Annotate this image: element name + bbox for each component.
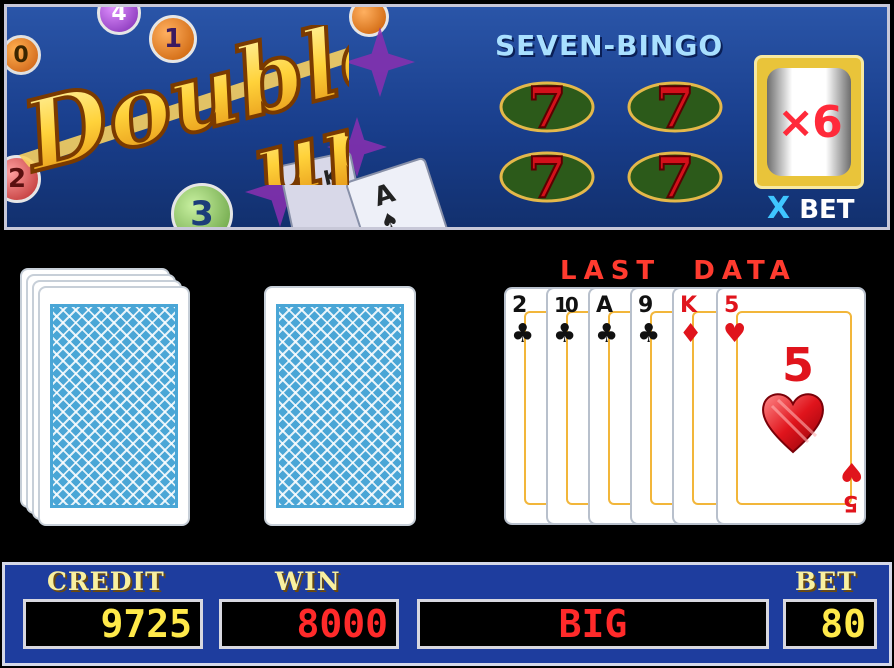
heart-icon: ♥ [723, 319, 747, 349]
multiplier-box: ×6 [754, 55, 864, 189]
bet-display: 80 [783, 599, 877, 649]
multiplier-value: ×6 [777, 96, 842, 148]
deck-top-card-back [38, 286, 190, 526]
club-icon: ♣ [511, 319, 535, 349]
win-display: 8000 [219, 599, 399, 649]
seven-symbol-2: 7 [627, 74, 723, 142]
credit-label: CREDIT [47, 567, 165, 596]
club-icon: ♣ [595, 319, 619, 349]
heart-icon: ♥ [840, 456, 864, 486]
multiplier-caption: X BET [767, 191, 855, 226]
status-panel: CREDIT WIN BET 9725 8000 BIG 80 [2, 562, 892, 666]
seven-bingo-title: SEVEN-BINGO [495, 29, 724, 62]
featured-card-rank: 5 [782, 338, 815, 392]
featured-card-corner-rank: 5 [843, 490, 859, 515]
diamond-icon: ♦ [679, 319, 703, 349]
seven-symbol-4: 7 [627, 144, 723, 212]
svg-text:7: 7 [528, 79, 567, 133]
credit-display: 9725 [23, 599, 203, 649]
bet-label: BET [795, 567, 857, 596]
double-up-banner: 0 4 1 2 3 K A ♠ Double up SEVEN-BINGO 7 … [4, 4, 890, 230]
dealt-card-face-down[interactable] [264, 286, 416, 526]
heart-icon [762, 393, 824, 454]
big-small-choice-display[interactable]: BIG [417, 599, 769, 649]
double-up-logo: Double up [19, 25, 349, 185]
seven-symbol-3: 7 [499, 144, 595, 212]
win-label: WIN [275, 567, 341, 596]
svg-text:7: 7 [656, 79, 695, 133]
last-data-label: LAST DATA [560, 256, 797, 286]
svg-text:7: 7 [656, 149, 695, 203]
svg-text:7: 7 [528, 149, 567, 203]
club-icon: ♣ [553, 319, 577, 349]
seven-symbol-1: 7 [499, 74, 595, 142]
club-icon: ♣ [637, 319, 661, 349]
